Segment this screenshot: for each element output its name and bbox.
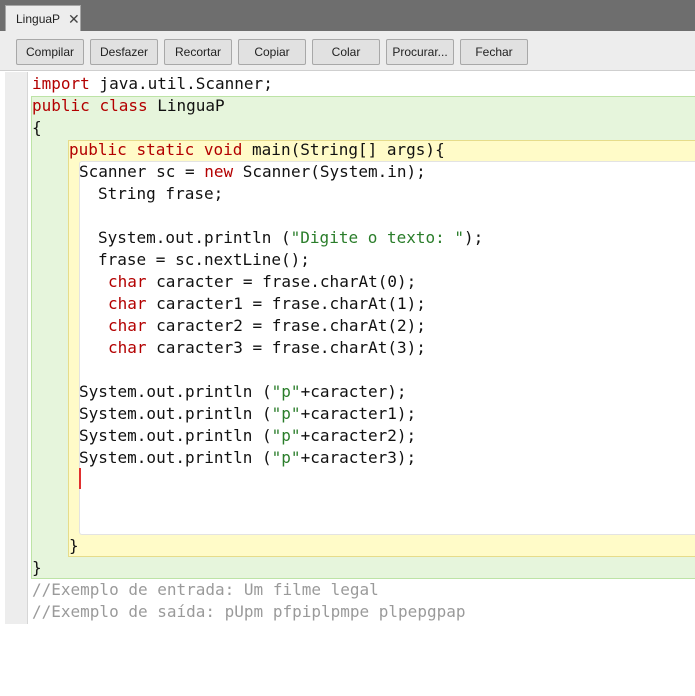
paste-button[interactable]: Colar — [312, 39, 380, 65]
undo-button[interactable]: Desfazer — [90, 39, 158, 65]
code-line: frase = sc.nextLine(); — [98, 250, 310, 269]
toolbar: Compilar Desfazer Recortar Copiar Colar … — [0, 31, 695, 71]
close-button[interactable]: Fechar — [460, 39, 528, 65]
code-line: char caracter3 = frase.charAt(3); — [108, 338, 426, 357]
code-line: System.out.println ("p"+caracter2); — [79, 426, 417, 445]
code-comment: //Exemplo de saída: pUpm pfpiplpmpe plpe… — [32, 602, 466, 621]
code-line: } — [32, 558, 42, 577]
code-line: String frase; — [98, 184, 224, 203]
code-line: { — [32, 118, 42, 137]
find-button[interactable]: Procurar... — [386, 39, 454, 65]
text-caret — [79, 468, 81, 489]
tab-bar: LinguaP ✕ — [0, 0, 695, 31]
tab-linguap[interactable]: LinguaP ✕ — [5, 5, 81, 31]
copy-button[interactable]: Copiar — [238, 39, 306, 65]
compile-button[interactable]: Compilar — [16, 39, 84, 65]
code-line: System.out.println ("p"+caracter); — [79, 382, 407, 401]
code-line: System.out.println ("p"+caracter3); — [79, 448, 417, 467]
code-line: Scanner sc = new Scanner(System.in); — [79, 162, 426, 181]
code-line: import java.util.Scanner; — [32, 74, 273, 93]
tab-label: LinguaP — [16, 11, 61, 26]
code-line: char caracter2 = frase.charAt(2); — [108, 316, 426, 335]
code-line: public class LinguaP — [32, 96, 225, 115]
code-line: System.out.println ("p"+caracter1); — [79, 404, 417, 423]
code-line: System.out.println ("Digite o texto: "); — [98, 228, 484, 247]
cut-button[interactable]: Recortar — [164, 39, 232, 65]
code-line: } — [69, 536, 79, 555]
line-gutter[interactable] — [5, 72, 28, 624]
code-comment: //Exemplo de entrada: Um filme legal — [32, 580, 379, 599]
code-line: public static void main(String[] args){ — [69, 140, 445, 159]
close-icon[interactable]: ✕ — [68, 12, 80, 26]
code-line: char caracter1 = frase.charAt(1); — [108, 294, 426, 313]
code-line: char caracter = frase.charAt(0); — [108, 272, 417, 291]
